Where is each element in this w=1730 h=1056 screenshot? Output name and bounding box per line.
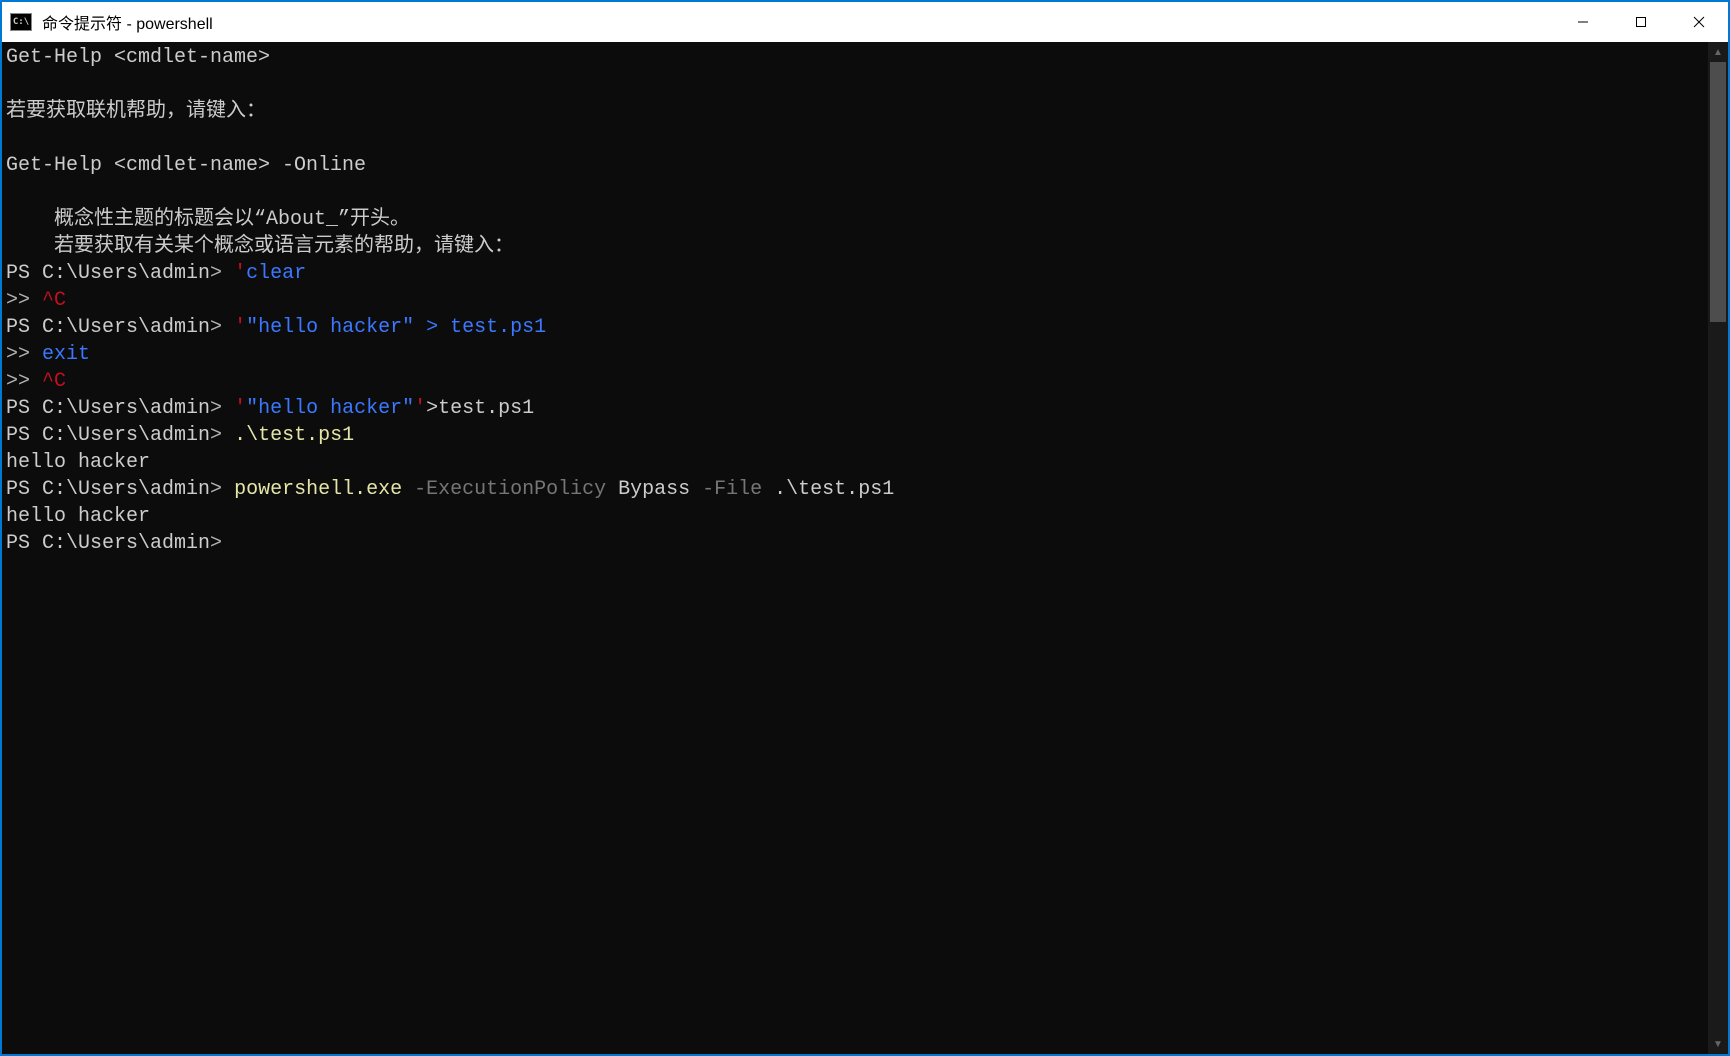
- terminal-segment: PS C:\Users\admin: [6, 397, 210, 420]
- maximize-icon: [1635, 16, 1647, 28]
- terminal-segment: >: [210, 262, 234, 285]
- terminal-segment: clear: [246, 262, 306, 285]
- close-button[interactable]: [1670, 2, 1728, 42]
- terminal-line: >> exit: [6, 341, 1704, 368]
- terminal-line: PS C:\Users\admin> '"hello hacker" > tes…: [6, 314, 1704, 341]
- terminal-segment: >: [210, 478, 234, 501]
- terminal-segment: Bypass: [606, 478, 702, 501]
- terminal-segment: [402, 478, 414, 501]
- cmd-icon: C:\: [10, 13, 32, 31]
- terminal-segment: >: [210, 532, 222, 555]
- terminal-line: 若要获取联机帮助，请键入：: [6, 98, 1704, 125]
- terminal-line: PS C:\Users\admin> 'clear: [6, 260, 1704, 287]
- terminal-segment: 若要获取有关某个概念或语言元素的帮助，请键入：: [6, 235, 514, 258]
- terminal-line: Get-Help <cmdlet-name>: [6, 44, 1704, 71]
- terminal-segment: -ExecutionPolicy: [414, 478, 606, 501]
- terminal-line: >> ^C: [6, 368, 1704, 395]
- terminal-line: PS C:\Users\admin> .\test.ps1: [6, 422, 1704, 449]
- terminal-line: 概念性主题的标题会以“About_”开头。: [6, 206, 1704, 233]
- terminal-segment: Get-Help <cmdlet-name> -Online: [6, 154, 366, 177]
- minimize-button[interactable]: [1554, 2, 1612, 42]
- scroll-thumb[interactable]: [1710, 62, 1726, 322]
- terminal-segment: .\test.ps1: [234, 424, 354, 447]
- terminal-segment: Get-Help <cmdlet-name>: [6, 46, 270, 69]
- close-icon: [1693, 16, 1705, 28]
- terminal-line: [6, 125, 1704, 152]
- window-title: 命令提示符 - powershell: [42, 10, 1554, 34]
- terminal-segment: ': [234, 316, 246, 339]
- terminal-segment: .\test.ps1: [762, 478, 894, 501]
- terminal-segment: >>: [6, 343, 42, 366]
- terminal-line: [6, 71, 1704, 98]
- terminal-segment: "hello hacker": [246, 397, 414, 420]
- terminal-segment: PS C:\Users\admin: [6, 262, 210, 285]
- terminal-segment: >>: [6, 289, 42, 312]
- terminal-segment: >: [210, 424, 234, 447]
- terminal-segment: 若要获取联机帮助，请键入：: [6, 100, 266, 123]
- window-controls: [1554, 2, 1728, 42]
- powershell-window: C:\ 命令提示符 - powershell Get-Help <cmdlet-…: [0, 0, 1730, 1056]
- terminal-line: hello hacker: [6, 449, 1704, 476]
- terminal-segment: >>: [6, 370, 42, 393]
- terminal-line: >> ^C: [6, 287, 1704, 314]
- terminal-segment: ': [414, 397, 426, 420]
- terminal-segment: 概念性主题的标题会以“About_”开头。: [6, 208, 410, 231]
- terminal-segment: ': [234, 397, 246, 420]
- terminal-segment: ^C: [42, 370, 66, 393]
- titlebar[interactable]: C:\ 命令提示符 - powershell: [2, 2, 1728, 42]
- terminal-line: hello hacker: [6, 503, 1704, 530]
- terminal-segment: ': [234, 262, 246, 285]
- terminal-line: Get-Help <cmdlet-name> -Online: [6, 152, 1704, 179]
- terminal-line: PS C:\Users\admin> powershell.exe -Execu…: [6, 476, 1704, 503]
- terminal-segment: PS C:\Users\admin: [6, 316, 210, 339]
- terminal-segment: PS C:\Users\admin: [6, 532, 210, 555]
- terminal-segment: PS C:\Users\admin: [6, 424, 210, 447]
- terminal-segment: "hello hacker" > test.ps1: [246, 316, 546, 339]
- terminal-segment: >test.ps1: [426, 397, 534, 420]
- terminal-line: [6, 179, 1704, 206]
- terminal-segment: -File: [702, 478, 762, 501]
- terminal-segment: powershell.exe: [234, 478, 402, 501]
- maximize-button[interactable]: [1612, 2, 1670, 42]
- scroll-down-button[interactable]: ▼: [1708, 1034, 1728, 1054]
- minimize-icon: [1577, 16, 1589, 28]
- vertical-scrollbar[interactable]: ▲ ▼: [1708, 42, 1728, 1054]
- terminal-segment: PS C:\Users\admin: [6, 478, 210, 501]
- terminal-line: 若要获取有关某个概念或语言元素的帮助，请键入：: [6, 233, 1704, 260]
- terminal-output[interactable]: Get-Help <cmdlet-name> 若要获取联机帮助，请键入： Get…: [2, 42, 1708, 1054]
- scroll-up-button[interactable]: ▲: [1708, 42, 1728, 62]
- client-area: Get-Help <cmdlet-name> 若要获取联机帮助，请键入： Get…: [2, 42, 1728, 1054]
- terminal-segment: exit: [42, 343, 90, 366]
- terminal-segment: ^C: [42, 289, 66, 312]
- terminal-segment: >: [210, 316, 234, 339]
- terminal-line: PS C:\Users\admin> '"hello hacker"'>test…: [6, 395, 1704, 422]
- terminal-segment: hello hacker: [6, 451, 150, 474]
- terminal-segment: hello hacker: [6, 505, 150, 528]
- terminal-segment: >: [210, 397, 234, 420]
- terminal-line: PS C:\Users\admin>: [6, 530, 1704, 557]
